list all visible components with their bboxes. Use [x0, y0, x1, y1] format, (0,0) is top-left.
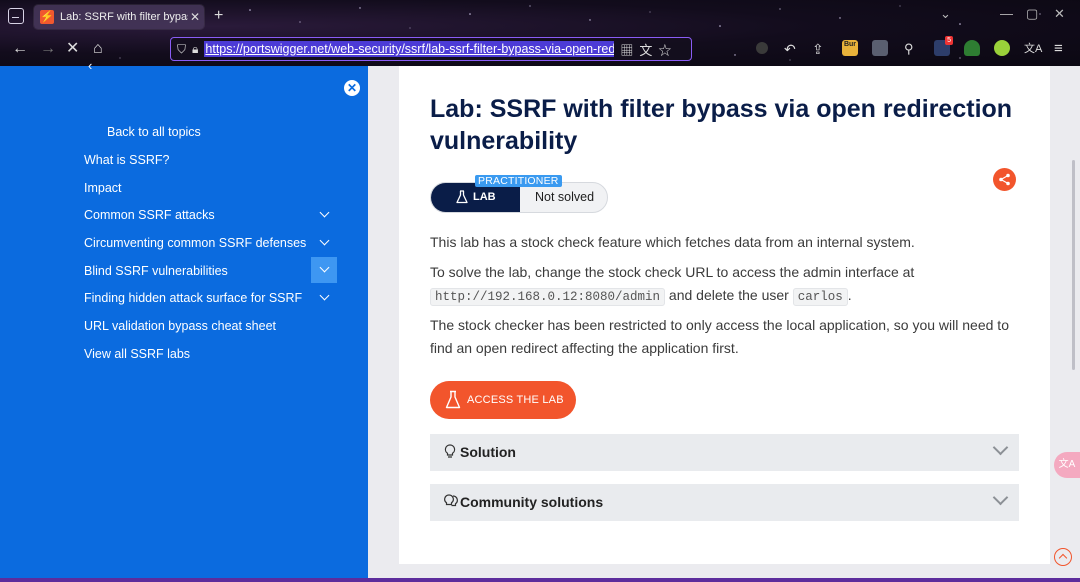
floating-translate-icon[interactable]: 文A	[1054, 452, 1080, 478]
community-solutions-accordion[interactable]: Community solutions	[430, 484, 1019, 521]
back-icon[interactable]: ←	[12, 39, 28, 59]
difficulty-badge: PRACTITIONER	[475, 175, 562, 187]
sidebar-item-view-all-labs[interactable]: View all SSRF labs	[84, 347, 190, 361]
community-solutions-label: Community solutions	[460, 494, 604, 510]
url-bar[interactable]: ⛉ 🔒︎ https://portswigger.net/web-securit…	[170, 37, 692, 61]
extension-count-badge: 5	[945, 36, 953, 45]
lab-description-1: This lab has a stock check feature which…	[430, 234, 915, 250]
sidebar-item-common-attacks[interactable]: Common SSRF attacks	[84, 208, 215, 222]
access-the-lab-button[interactable]: ACCESS THE LAB	[430, 381, 576, 419]
sidebar-item-url-validation-cheat-sheet[interactable]: URL validation bypass cheat sheet	[84, 319, 276, 333]
extension-notify-icon[interactable]: 5	[934, 36, 953, 56]
new-tab-icon[interactable]: +	[214, 7, 223, 25]
burp-extension-icon[interactable]: Bur	[842, 40, 858, 56]
portswigger-favicon-icon: ⚡	[40, 10, 54, 24]
share-page-icon[interactable]: ⇪	[812, 39, 824, 59]
sidebar-item-what-is-ssrf[interactable]: What is SSRF?	[84, 153, 169, 167]
chevron-down-icon[interactable]	[318, 208, 332, 222]
extension-dot-icon[interactable]	[756, 42, 768, 54]
share-button[interactable]	[993, 168, 1016, 191]
extension-green-icon[interactable]	[994, 40, 1010, 56]
browser-chrome: ⚡ Lab: SSRF with filter bypass v ✕ + ⌄ —…	[0, 0, 1080, 66]
sidebar-item-circumventing-defenses[interactable]: Circumventing common SSRF defenses	[84, 236, 306, 250]
sidebar-item-blind-ssrf[interactable]: Blind SSRF vulnerabilities	[84, 264, 228, 278]
lightbulb-icon	[444, 444, 456, 458]
chevron-down-icon	[993, 494, 1007, 508]
tab-list-icon[interactable]	[8, 8, 24, 24]
access-the-lab-label: ACCESS THE LAB	[467, 394, 564, 406]
tab-bar: ⚡ Lab: SSRF with filter bypass v ✕ + ⌄ —…	[0, 0, 1080, 34]
chevron-down-icon	[993, 444, 1007, 458]
maximize-icon[interactable]: ▢	[1026, 6, 1038, 22]
url-action-icons[interactable]: ▦文☆	[620, 40, 677, 59]
chevron-down-icon-active[interactable]	[311, 257, 337, 283]
lock-icon[interactable]: 🔒︎	[192, 42, 198, 57]
tab-close-icon[interactable]: ✕	[190, 10, 200, 24]
page-title: Lab: SSRF with filter bypass via open re…	[430, 95, 1013, 155]
chevron-down-icon[interactable]	[318, 291, 332, 305]
page-scrollbar[interactable]	[1072, 160, 1075, 370]
solution-accordion[interactable]: Solution	[430, 434, 1019, 471]
chevron-down-icon[interactable]	[318, 236, 332, 250]
lab-description-3-line2: find an open redirect affecting the appl…	[430, 340, 739, 356]
extension-cloud-icon[interactable]	[964, 40, 980, 56]
username-code: carlos	[792, 288, 848, 306]
sidebar-item-hidden-attack-surface[interactable]: Finding hidden attack surface for SSRF	[84, 291, 302, 305]
browser-tab-active[interactable]: ⚡ Lab: SSRF with filter bypass v ✕	[34, 5, 204, 29]
sidebar-back-to-all-topics[interactable]: Back to all topics	[107, 125, 201, 139]
undo-icon[interactable]: ↶	[784, 39, 796, 59]
translate-icon[interactable]: 文A	[1024, 39, 1042, 59]
lab-description-2-mid: and delete the user	[665, 287, 793, 303]
list-all-tabs-icon[interactable]: ⌄	[940, 6, 951, 22]
share-icon	[999, 173, 1010, 186]
solution-label: Solution	[460, 444, 516, 460]
admin-url-code: http://192.168.0.12:8080/admin	[430, 288, 666, 306]
lab-badge-label: LAB	[473, 191, 496, 203]
extension-grid-icon[interactable]	[872, 40, 888, 56]
minimize-icon[interactable]: —	[1000, 6, 1013, 21]
stop-loading-icon[interactable]: ✕	[66, 39, 79, 59]
menu-icon[interactable]: ≡	[1054, 39, 1063, 59]
close-window-icon[interactable]: ✕	[1054, 6, 1065, 22]
navigation-bar: ← → ✕ ⌂ ⛉ 🔒︎ https://portswigger.net/web…	[0, 34, 1080, 64]
bottom-edge-bar	[0, 578, 1080, 582]
home-icon[interactable]: ⌂	[93, 39, 103, 59]
lab-description-2-suffix: .	[847, 287, 852, 303]
url-text[interactable]: https://portswigger.net/web-security/ssr…	[204, 41, 615, 57]
lab-description-2-line2: http://192.168.0.12:8080/admin and delet…	[430, 282, 852, 310]
lab-badge: LAB	[431, 183, 520, 212]
pin-extension-icon[interactable]: ⚲	[904, 39, 914, 59]
tracking-shield-icon[interactable]: ⛉	[177, 42, 186, 57]
sidebar-item-impact[interactable]: Impact	[84, 181, 122, 195]
scroll-to-top-icon[interactable]	[1054, 548, 1072, 566]
forward-icon[interactable]: →	[40, 39, 56, 59]
close-sidebar-icon[interactable]: ✕	[344, 80, 360, 96]
lab-status-text: Not solved	[535, 190, 595, 204]
flask-icon	[456, 190, 468, 204]
tab-title: Lab: SSRF with filter bypass v	[60, 11, 188, 23]
flask-icon	[445, 390, 461, 409]
community-lightbulb-icon	[444, 494, 458, 507]
chevron-left-icon: ‹	[88, 58, 93, 73]
